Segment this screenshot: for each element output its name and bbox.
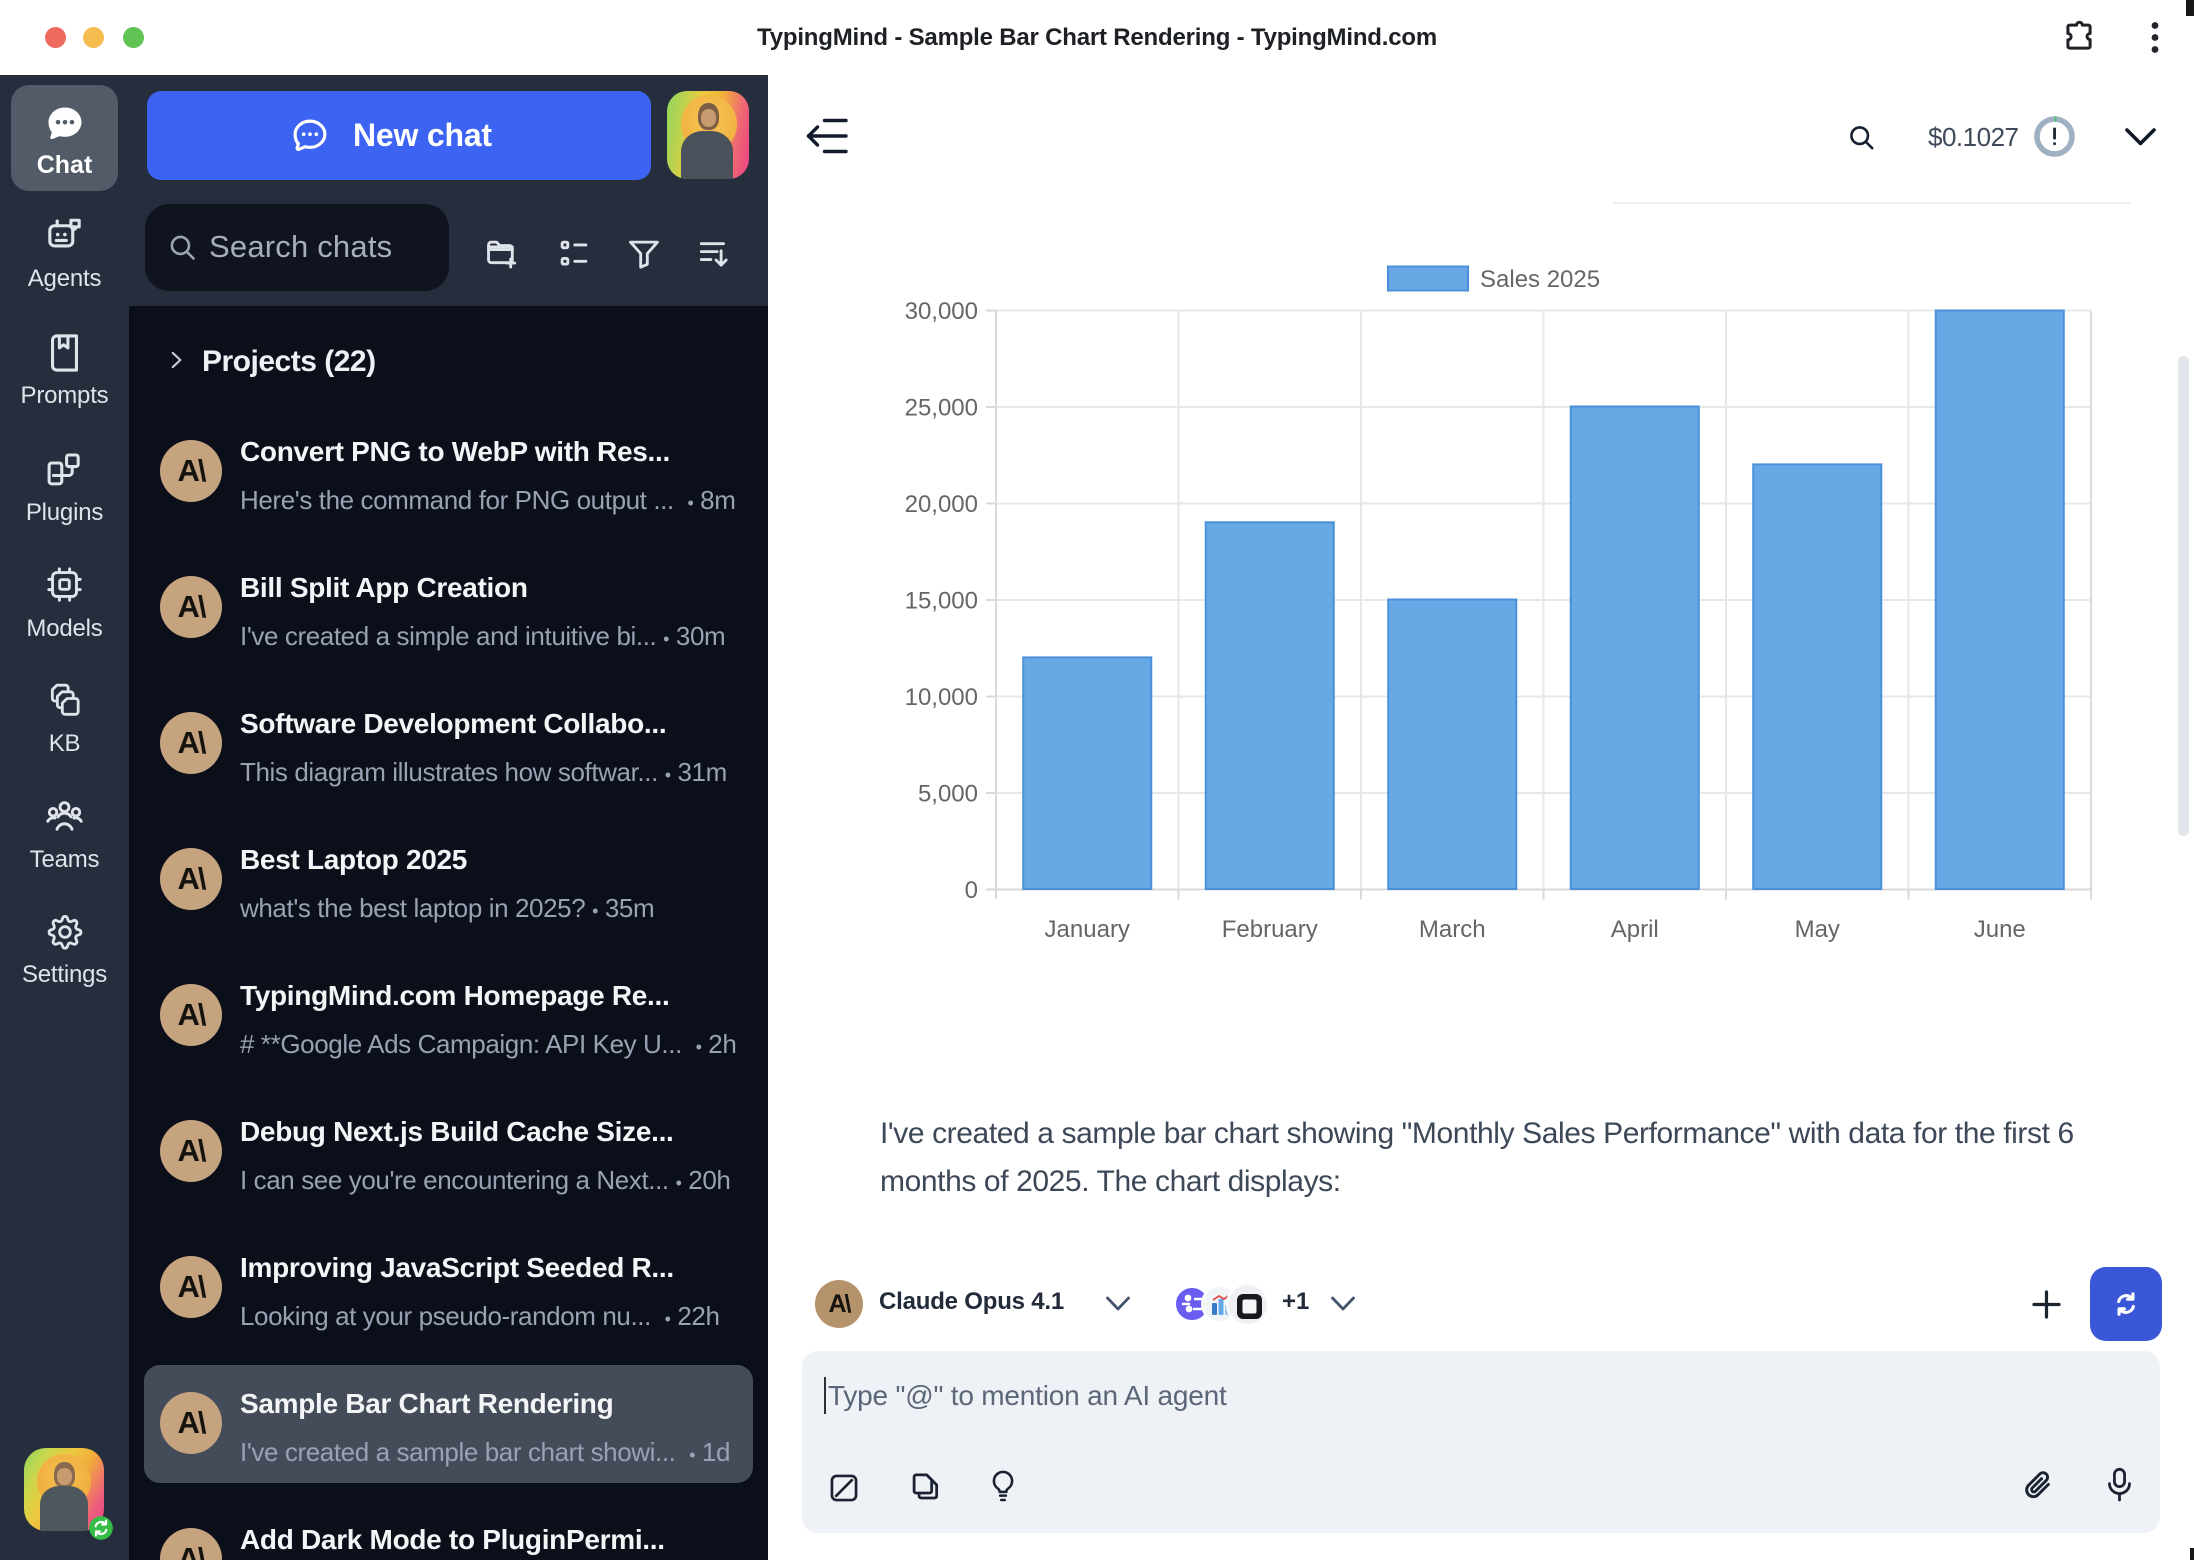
svg-text:February: February: [1222, 916, 1318, 943]
svg-text:0: 0: [965, 877, 978, 904]
svg-text:5,000: 5,000: [918, 781, 978, 808]
svg-text:March: March: [1419, 916, 1486, 943]
svg-text:30,000: 30,000: [905, 298, 978, 325]
svg-text:10,000: 10,000: [905, 684, 978, 711]
svg-text:January: January: [1045, 916, 1130, 943]
svg-text:15,000: 15,000: [905, 588, 978, 615]
svg-text:June: June: [1974, 916, 2026, 943]
svg-text:May: May: [1795, 916, 1840, 943]
svg-text:25,000: 25,000: [905, 395, 978, 422]
svg-text:April: April: [1611, 916, 1659, 943]
svg-text:20,000: 20,000: [905, 491, 978, 518]
svg-text:Sales 2025: Sales 2025: [1480, 266, 1600, 293]
